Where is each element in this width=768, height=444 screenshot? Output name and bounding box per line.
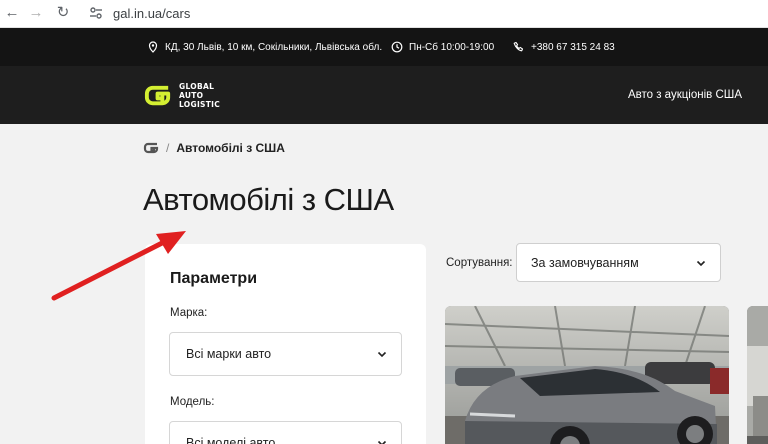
chevron-down-icon (377, 440, 387, 444)
nav-link-auctions[interactable]: Авто з аукціонів США (628, 89, 742, 101)
car-photo[interactable] (445, 306, 729, 444)
top-info-bar: КД, 30 Львів, 10 км, Сокільники, Львівсь… (0, 28, 768, 66)
home-logo-icon[interactable] (143, 141, 159, 155)
phone-text[interactable]: +380 67 315 24 83 (531, 42, 615, 53)
address-info: КД, 30 Львів, 10 км, Сокільники, Львівсь… (147, 41, 382, 53)
car-card[interactable] (445, 306, 729, 444)
main-header: GLOBAL AUTO LOGISTIC Авто з аукціонів СШ… (0, 66, 768, 124)
filter-heading: Параметри (170, 270, 258, 287)
breadcrumb: / Автомобілі з США (143, 141, 285, 155)
clock-icon (391, 41, 403, 53)
chevron-down-icon (696, 260, 706, 267)
breadcrumb-separator: / (166, 141, 170, 155)
address-bar[interactable]: gal.in.ua/cars (113, 6, 190, 21)
sort-select-value: За замовчуванням (531, 256, 639, 270)
address-text: КД, 30 Львів, 10 км, Сокільники, Львівсь… (165, 41, 383, 53)
make-select[interactable]: Всі марки авто (169, 332, 402, 376)
model-select-value: Всі моделі авто (186, 436, 276, 444)
site-info-icon[interactable] (86, 3, 106, 23)
model-select[interactable]: Всі моделі авто (169, 421, 402, 444)
location-pin-icon (148, 41, 158, 53)
breadcrumb-current: Автомобілі з США (176, 141, 285, 155)
make-label: Марка: (170, 307, 208, 319)
sort-label: Сортування: (446, 257, 513, 269)
browser-toolbar: ← → ↻ gal.in.ua/cars (0, 0, 768, 28)
logo-text: GLOBAL AUTO LOGISTIC (179, 82, 220, 109)
chevron-down-icon (377, 351, 387, 358)
car-card[interactable] (747, 306, 768, 444)
filter-panel: Параметри Марка: Всі марки авто Модель: … (145, 244, 426, 444)
phone-info[interactable]: +380 67 315 24 83 (513, 41, 615, 53)
model-label: Модель: (170, 396, 215, 408)
forward-icon[interactable]: → (26, 3, 46, 23)
make-select-value: Всі марки авто (186, 347, 272, 361)
back-icon[interactable]: ← (2, 3, 22, 23)
logo-line-1: GLOBAL (179, 82, 215, 91)
reload-icon[interactable]: ↻ (53, 3, 73, 23)
hours-text: Пн-Сб 10:00-19:00 (409, 41, 495, 53)
sort-select[interactable]: За замовчуванням (516, 243, 721, 282)
car-photo[interactable] (747, 306, 768, 444)
logo-mark-icon (144, 85, 171, 106)
site-logo[interactable]: GLOBAL AUTO LOGISTIC (143, 80, 220, 111)
logo-line-2: AUTO (179, 91, 204, 100)
page-title: Автомобілі з США (143, 182, 394, 217)
logo-line-3: LOGISTIC (179, 100, 221, 109)
phone-icon (513, 41, 524, 52)
hours-info: Пн-Сб 10:00-19:00 (391, 41, 494, 53)
